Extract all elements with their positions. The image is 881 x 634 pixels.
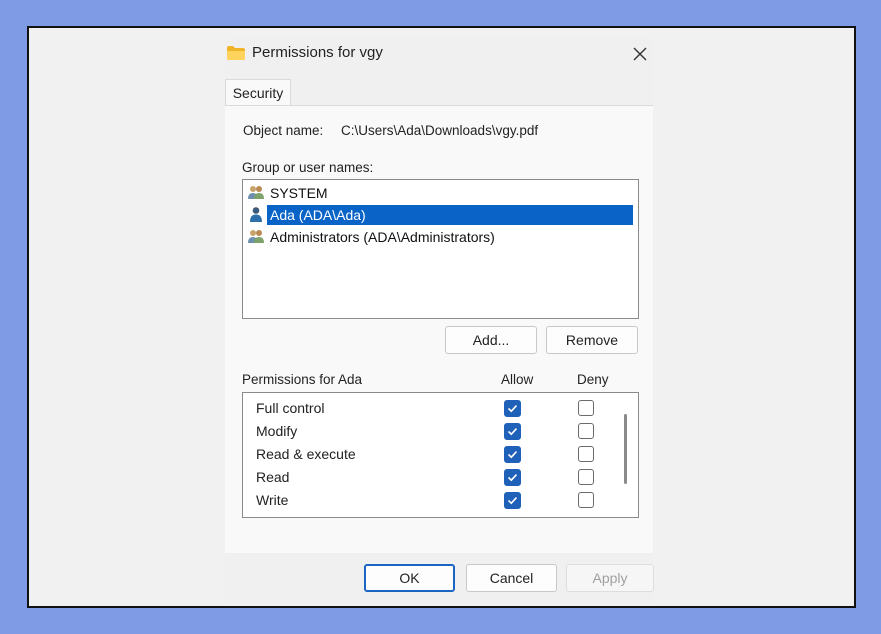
add-button[interactable]: Add...: [445, 326, 537, 354]
object-name-label: Object name:: [243, 123, 324, 138]
group-names-label: Group or user names:: [242, 160, 374, 175]
list-item-label: Ada (ADA\Ada): [267, 205, 633, 225]
permission-name: Write: [256, 492, 289, 508]
folder-icon: [227, 46, 245, 60]
allow-checkbox[interactable]: [504, 400, 521, 417]
remove-button[interactable]: Remove: [546, 326, 638, 354]
list-item-label: SYSTEM: [270, 185, 328, 201]
list-item-administrators[interactable]: Administrators (ADA\Administrators): [243, 225, 636, 247]
tab-security[interactable]: Security: [225, 79, 291, 106]
deny-checkbox[interactable]: [578, 446, 594, 462]
ok-button[interactable]: OK: [364, 564, 455, 592]
dialog-footer: OK Cancel Apply: [225, 553, 654, 602]
permissions-dialog: Permissions for vgy Security Object name…: [225, 37, 654, 602]
list-item-label: Administrators (ADA\Administrators): [270, 229, 495, 245]
permissions-list[interactable]: Full control Modify Read & execute Read …: [242, 392, 639, 518]
deny-header: Deny: [577, 372, 609, 387]
apply-button[interactable]: Apply: [566, 564, 654, 592]
group-users-icon: [248, 230, 264, 243]
title-bar[interactable]: Permissions for vgy: [225, 37, 653, 73]
close-icon[interactable]: [629, 43, 651, 65]
group-user-list[interactable]: SYSTEM Ada (ADA\Ada) Administrators (ADA…: [242, 179, 639, 319]
list-item-ada[interactable]: Ada (ADA\Ada): [243, 203, 636, 225]
permission-name: Read & execute: [256, 446, 356, 462]
allow-checkbox[interactable]: [504, 423, 521, 440]
permission-row: Write: [243, 490, 623, 512]
allow-checkbox[interactable]: [504, 446, 521, 463]
user-icon: [250, 207, 262, 222]
permission-row: Read: [243, 467, 623, 489]
deny-checkbox[interactable]: [578, 400, 594, 416]
deny-checkbox[interactable]: [578, 469, 594, 485]
permission-name: Read: [256, 469, 290, 485]
object-name-value: C:\Users\Ada\Downloads\vgy.pdf: [341, 123, 539, 138]
allow-header: Allow: [501, 372, 534, 387]
deny-checkbox[interactable]: [578, 423, 594, 439]
list-item-system[interactable]: SYSTEM: [243, 181, 636, 203]
allow-checkbox[interactable]: [504, 469, 521, 486]
permission-name: Modify: [256, 423, 298, 439]
permission-row: Read & execute: [243, 444, 623, 466]
cancel-button[interactable]: Cancel: [466, 564, 557, 592]
permission-row: Full control: [243, 398, 623, 420]
window-title: Permissions for vgy: [252, 44, 383, 61]
group-users-icon: [248, 186, 264, 199]
deny-checkbox[interactable]: [578, 492, 594, 508]
permission-row: Modify: [243, 421, 623, 443]
permission-name: Full control: [256, 400, 325, 416]
scrollbar-thumb[interactable]: [624, 414, 627, 484]
permissions-label: Permissions for Ada: [242, 372, 363, 387]
allow-checkbox[interactable]: [504, 492, 521, 509]
